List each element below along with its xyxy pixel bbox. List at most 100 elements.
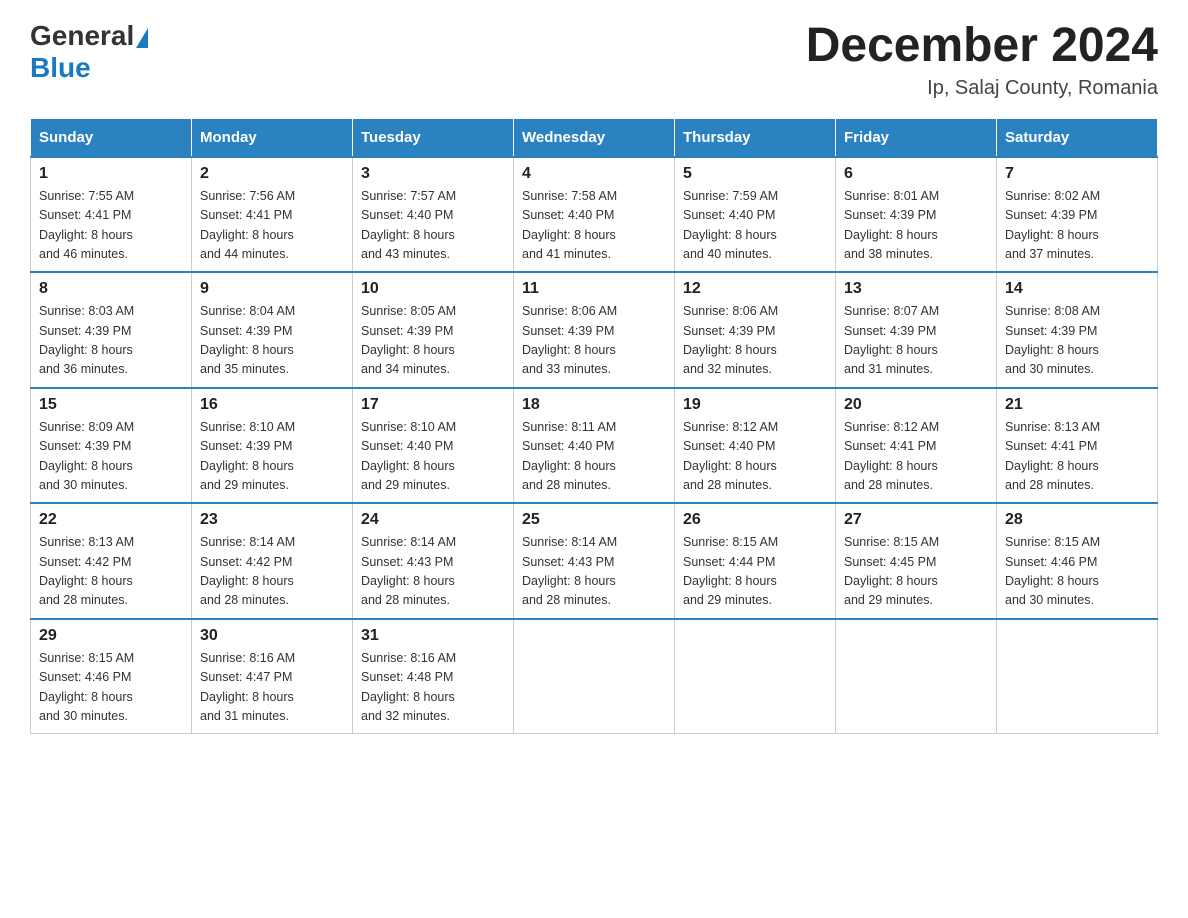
calendar-cell: 28 Sunrise: 8:15 AM Sunset: 4:46 PM Dayl…	[997, 503, 1158, 619]
day-info: Sunrise: 7:57 AM Sunset: 4:40 PM Dayligh…	[361, 187, 505, 265]
day-number: 18	[522, 396, 666, 414]
day-info: Sunrise: 8:10 AM Sunset: 4:40 PM Dayligh…	[361, 418, 505, 496]
day-number: 15	[39, 396, 183, 414]
day-number: 3	[361, 165, 505, 183]
day-info: Sunrise: 8:05 AM Sunset: 4:39 PM Dayligh…	[361, 302, 505, 380]
day-number: 25	[522, 511, 666, 529]
calendar-cell: 1 Sunrise: 7:55 AM Sunset: 4:41 PM Dayli…	[31, 157, 192, 273]
day-info: Sunrise: 8:15 AM Sunset: 4:45 PM Dayligh…	[844, 533, 988, 611]
day-info: Sunrise: 8:11 AM Sunset: 4:40 PM Dayligh…	[522, 418, 666, 496]
day-info: Sunrise: 8:06 AM Sunset: 4:39 PM Dayligh…	[683, 302, 827, 380]
day-number: 4	[522, 165, 666, 183]
day-info: Sunrise: 8:08 AM Sunset: 4:39 PM Dayligh…	[1005, 302, 1149, 380]
day-number: 28	[1005, 511, 1149, 529]
calendar-cell: 7 Sunrise: 8:02 AM Sunset: 4:39 PM Dayli…	[997, 157, 1158, 273]
day-number: 30	[200, 627, 344, 645]
calendar-week-row: 29 Sunrise: 8:15 AM Sunset: 4:46 PM Dayl…	[31, 619, 1158, 734]
day-number: 8	[39, 280, 183, 298]
day-number: 7	[1005, 165, 1149, 183]
day-number: 24	[361, 511, 505, 529]
month-year-title: December 2024	[806, 20, 1158, 73]
weekday-header-monday: Monday	[192, 118, 353, 157]
calendar-cell: 9 Sunrise: 8:04 AM Sunset: 4:39 PM Dayli…	[192, 272, 353, 388]
day-number: 19	[683, 396, 827, 414]
day-number: 2	[200, 165, 344, 183]
day-number: 1	[39, 165, 183, 183]
day-info: Sunrise: 8:16 AM Sunset: 4:47 PM Dayligh…	[200, 649, 344, 727]
day-info: Sunrise: 8:14 AM Sunset: 4:42 PM Dayligh…	[200, 533, 344, 611]
day-number: 27	[844, 511, 988, 529]
day-info: Sunrise: 7:56 AM Sunset: 4:41 PM Dayligh…	[200, 187, 344, 265]
day-number: 12	[683, 280, 827, 298]
day-number: 16	[200, 396, 344, 414]
calendar-cell	[514, 619, 675, 734]
day-info: Sunrise: 8:04 AM Sunset: 4:39 PM Dayligh…	[200, 302, 344, 380]
calendar-cell: 17 Sunrise: 8:10 AM Sunset: 4:40 PM Dayl…	[353, 388, 514, 504]
location-subtitle: Ip, Salaj County, Romania	[806, 77, 1158, 100]
day-info: Sunrise: 7:59 AM Sunset: 4:40 PM Dayligh…	[683, 187, 827, 265]
calendar-cell: 2 Sunrise: 7:56 AM Sunset: 4:41 PM Dayli…	[192, 157, 353, 273]
day-info: Sunrise: 8:03 AM Sunset: 4:39 PM Dayligh…	[39, 302, 183, 380]
day-info: Sunrise: 8:14 AM Sunset: 4:43 PM Dayligh…	[361, 533, 505, 611]
calendar-cell: 10 Sunrise: 8:05 AM Sunset: 4:39 PM Dayl…	[353, 272, 514, 388]
logo-blue-text: Blue	[30, 52, 91, 84]
day-number: 13	[844, 280, 988, 298]
day-info: Sunrise: 8:10 AM Sunset: 4:39 PM Dayligh…	[200, 418, 344, 496]
day-number: 26	[683, 511, 827, 529]
calendar-table: SundayMondayTuesdayWednesdayThursdayFrid…	[30, 118, 1158, 735]
calendar-cell: 18 Sunrise: 8:11 AM Sunset: 4:40 PM Dayl…	[514, 388, 675, 504]
calendar-cell: 25 Sunrise: 8:14 AM Sunset: 4:43 PM Dayl…	[514, 503, 675, 619]
day-number: 14	[1005, 280, 1149, 298]
calendar-cell: 29 Sunrise: 8:15 AM Sunset: 4:46 PM Dayl…	[31, 619, 192, 734]
day-info: Sunrise: 8:12 AM Sunset: 4:41 PM Dayligh…	[844, 418, 988, 496]
calendar-cell: 22 Sunrise: 8:13 AM Sunset: 4:42 PM Dayl…	[31, 503, 192, 619]
day-info: Sunrise: 8:13 AM Sunset: 4:41 PM Dayligh…	[1005, 418, 1149, 496]
calendar-week-row: 8 Sunrise: 8:03 AM Sunset: 4:39 PM Dayli…	[31, 272, 1158, 388]
calendar-cell: 20 Sunrise: 8:12 AM Sunset: 4:41 PM Dayl…	[836, 388, 997, 504]
day-info: Sunrise: 8:07 AM Sunset: 4:39 PM Dayligh…	[844, 302, 988, 380]
day-info: Sunrise: 8:12 AM Sunset: 4:40 PM Dayligh…	[683, 418, 827, 496]
day-info: Sunrise: 8:13 AM Sunset: 4:42 PM Dayligh…	[39, 533, 183, 611]
page-header: General Blue December 2024 Ip, Salaj Cou…	[30, 20, 1158, 100]
day-number: 22	[39, 511, 183, 529]
weekday-header-friday: Friday	[836, 118, 997, 157]
calendar-cell: 24 Sunrise: 8:14 AM Sunset: 4:43 PM Dayl…	[353, 503, 514, 619]
calendar-cell: 3 Sunrise: 7:57 AM Sunset: 4:40 PM Dayli…	[353, 157, 514, 273]
weekday-header-saturday: Saturday	[997, 118, 1158, 157]
calendar-cell: 11 Sunrise: 8:06 AM Sunset: 4:39 PM Dayl…	[514, 272, 675, 388]
day-info: Sunrise: 8:15 AM Sunset: 4:44 PM Dayligh…	[683, 533, 827, 611]
day-number: 6	[844, 165, 988, 183]
calendar-cell: 8 Sunrise: 8:03 AM Sunset: 4:39 PM Dayli…	[31, 272, 192, 388]
day-number: 21	[1005, 396, 1149, 414]
day-number: 29	[39, 627, 183, 645]
calendar-cell: 12 Sunrise: 8:06 AM Sunset: 4:39 PM Dayl…	[675, 272, 836, 388]
day-number: 20	[844, 396, 988, 414]
day-info: Sunrise: 8:06 AM Sunset: 4:39 PM Dayligh…	[522, 302, 666, 380]
logo: General Blue	[30, 20, 150, 84]
day-number: 9	[200, 280, 344, 298]
day-info: Sunrise: 8:01 AM Sunset: 4:39 PM Dayligh…	[844, 187, 988, 265]
day-number: 10	[361, 280, 505, 298]
day-number: 23	[200, 511, 344, 529]
calendar-cell	[675, 619, 836, 734]
calendar-cell: 27 Sunrise: 8:15 AM Sunset: 4:45 PM Dayl…	[836, 503, 997, 619]
day-number: 31	[361, 627, 505, 645]
weekday-header-tuesday: Tuesday	[353, 118, 514, 157]
weekday-header-row: SundayMondayTuesdayWednesdayThursdayFrid…	[31, 118, 1158, 157]
day-info: Sunrise: 8:15 AM Sunset: 4:46 PM Dayligh…	[1005, 533, 1149, 611]
day-info: Sunrise: 7:58 AM Sunset: 4:40 PM Dayligh…	[522, 187, 666, 265]
calendar-cell: 30 Sunrise: 8:16 AM Sunset: 4:47 PM Dayl…	[192, 619, 353, 734]
day-info: Sunrise: 8:02 AM Sunset: 4:39 PM Dayligh…	[1005, 187, 1149, 265]
weekday-header-thursday: Thursday	[675, 118, 836, 157]
calendar-cell: 4 Sunrise: 7:58 AM Sunset: 4:40 PM Dayli…	[514, 157, 675, 273]
calendar-cell	[997, 619, 1158, 734]
calendar-cell: 19 Sunrise: 8:12 AM Sunset: 4:40 PM Dayl…	[675, 388, 836, 504]
calendar-cell: 13 Sunrise: 8:07 AM Sunset: 4:39 PM Dayl…	[836, 272, 997, 388]
calendar-cell: 26 Sunrise: 8:15 AM Sunset: 4:44 PM Dayl…	[675, 503, 836, 619]
day-info: Sunrise: 8:09 AM Sunset: 4:39 PM Dayligh…	[39, 418, 183, 496]
calendar-cell	[836, 619, 997, 734]
weekday-header-sunday: Sunday	[31, 118, 192, 157]
calendar-cell: 15 Sunrise: 8:09 AM Sunset: 4:39 PM Dayl…	[31, 388, 192, 504]
calendar-cell: 16 Sunrise: 8:10 AM Sunset: 4:39 PM Dayl…	[192, 388, 353, 504]
calendar-cell: 6 Sunrise: 8:01 AM Sunset: 4:39 PM Dayli…	[836, 157, 997, 273]
